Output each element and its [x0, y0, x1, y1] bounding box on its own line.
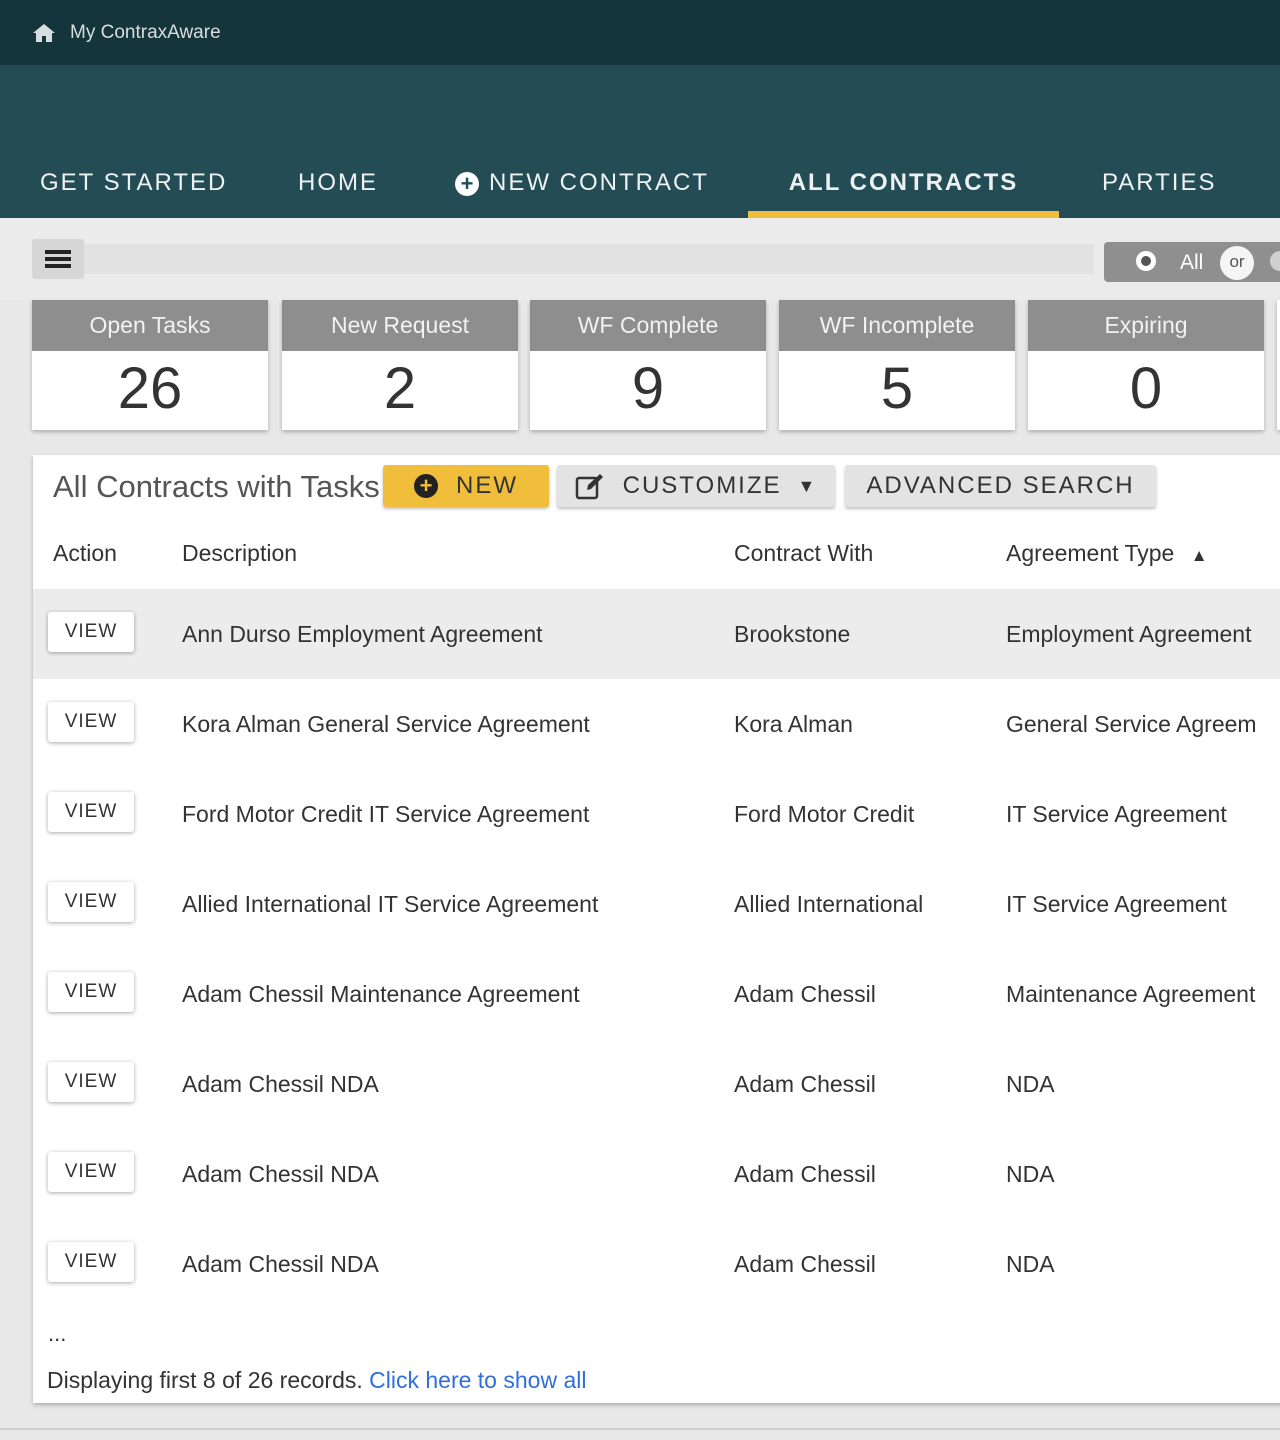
table-row[interactable]: VIEW Ford Motor Credit IT Service Agreem…: [33, 769, 1280, 859]
contract-with-cell: Adam Chessil: [734, 1071, 876, 1097]
stat-value: 2: [383, 356, 417, 421]
bottom-divider: [0, 1428, 1280, 1430]
nav-get-started[interactable]: GET STARTED: [40, 148, 227, 218]
contract-with-cell: Adam Chessil: [734, 981, 876, 1007]
records-footer: Displaying first 8 of 26 records. Click …: [47, 1367, 586, 1394]
contracts-table: VIEW Ann Durso Employment Agreement Broo…: [33, 589, 1280, 1309]
home-icon[interactable]: [32, 23, 56, 43]
toolbar: All or: [0, 218, 1280, 300]
nav-all-contracts[interactable]: ALL CONTRACTS: [748, 148, 1059, 218]
nav-home[interactable]: HOME: [298, 148, 378, 218]
agreement-type-cell: IT Service Agreement: [1006, 891, 1227, 917]
contract-with-cell: Adam Chessil: [734, 1251, 876, 1277]
column-header-action[interactable]: Action: [53, 540, 117, 567]
stat-expiring[interactable]: Expiring 0: [1028, 300, 1264, 430]
more-ellipsis: ...: [48, 1321, 67, 1346]
contract-with-cell: Ford Motor Credit: [734, 801, 915, 827]
nav-new-contract-label: NEW CONTRACT: [489, 169, 709, 196]
stat-label: New Request: [282, 300, 518, 351]
agreement-type-cell: IT Service Agreement: [1006, 801, 1227, 827]
stat-wf-incomplete[interactable]: WF Incomplete 5: [779, 300, 1015, 430]
nav-band: GET STARTED HOME + NEW CONTRACT ALL CONTR…: [0, 65, 1280, 218]
advanced-search-button[interactable]: ADVANCED SEARCH: [845, 465, 1156, 507]
view-button[interactable]: VIEW: [48, 702, 134, 742]
stat-wf-complete[interactable]: WF Complete 9: [530, 300, 766, 430]
all-radio-label: All: [1180, 251, 1204, 274]
description-cell: Adam Chessil NDA: [182, 1251, 379, 1277]
table-row[interactable]: VIEW Ann Durso Employment Agreement Broo…: [33, 589, 1280, 679]
view-button[interactable]: VIEW: [48, 612, 134, 652]
table-row[interactable]: VIEW Allied International IT Service Agr…: [33, 859, 1280, 949]
second-radio[interactable]: [1270, 251, 1280, 271]
contract-with-cell: Brookstone: [734, 621, 851, 647]
main-nav: GET STARTED HOME + NEW CONTRACT ALL CONTR…: [0, 148, 1280, 218]
view-button[interactable]: VIEW: [48, 792, 134, 832]
toolbar-strip: [84, 244, 1094, 274]
table-row[interactable]: VIEW Adam Chessil NDA Adam Chessil NDA: [33, 1039, 1280, 1129]
stat-open-tasks[interactable]: Open Tasks 26: [32, 300, 268, 430]
view-button[interactable]: VIEW: [48, 1152, 134, 1192]
stat-label: Expiring: [1028, 300, 1264, 351]
contract-with-cell: Allied International: [734, 891, 924, 917]
agreement-type-cell: NDA: [1006, 1161, 1055, 1187]
new-button-label: NEW: [456, 472, 518, 499]
view-button[interactable]: VIEW: [48, 1242, 134, 1282]
contract-with-cell: Adam Chessil: [734, 1161, 876, 1187]
or-badge: or: [1220, 246, 1254, 280]
nav-new-contract[interactable]: + NEW CONTRACT: [455, 148, 709, 218]
plus-circle-icon: +: [414, 474, 438, 498]
agreement-type-cell: NDA: [1006, 1071, 1055, 1097]
all-radio[interactable]: [1136, 251, 1156, 271]
table-row[interactable]: VIEW Kora Alman General Service Agreemen…: [33, 679, 1280, 769]
agreement-type-cell: NDA: [1006, 1251, 1055, 1277]
column-header-agreement-type[interactable]: Agreement Type ▲: [1006, 540, 1208, 567]
table-row[interactable]: VIEW Adam Chessil Maintenance Agreement …: [33, 949, 1280, 1039]
table-row[interactable]: VIEW Adam Chessil NDA Adam Chessil NDA: [33, 1219, 1280, 1309]
stat-value: 0: [1129, 356, 1163, 421]
stat-new-request[interactable]: New Request 2: [282, 300, 518, 430]
description-cell: Ford Motor Credit IT Service Agreement: [182, 801, 590, 827]
plus-circle-icon: +: [455, 172, 479, 196]
stat-value: 5: [880, 356, 914, 421]
stat-value: 9: [631, 356, 665, 421]
column-header-agreement-type-label: Agreement Type: [1006, 540, 1175, 566]
column-header-description[interactable]: Description: [182, 540, 297, 567]
sort-asc-icon: ▲: [1190, 546, 1208, 565]
contract-with-cell: Kora Alman: [734, 711, 853, 737]
description-cell: Adam Chessil NDA: [182, 1161, 379, 1187]
description-cell: Adam Chessil Maintenance Agreement: [182, 981, 580, 1007]
column-header-contract-with[interactable]: Contract With: [734, 540, 873, 567]
stat-label: WF Incomplete: [779, 300, 1015, 351]
stat-label: Open Tasks: [32, 300, 268, 351]
contracts-panel: All Contracts with Tasks + NEW CUSTOMIZE…: [33, 455, 1280, 1403]
brand-link[interactable]: My ContraxAware: [70, 22, 221, 44]
stat-cards: Open Tasks 26 New Request 2 WF Complete …: [0, 300, 1280, 440]
menu-button[interactable]: [32, 239, 84, 279]
hamburger-icon: [45, 250, 71, 268]
agreement-type-cell: Employment Agreement: [1006, 621, 1252, 647]
agreement-type-cell: General Service Agreem: [1006, 711, 1257, 737]
view-button[interactable]: VIEW: [48, 1062, 134, 1102]
description-cell: Allied International IT Service Agreemen…: [182, 891, 599, 917]
view-button[interactable]: VIEW: [48, 972, 134, 1012]
new-button[interactable]: + NEW: [383, 465, 549, 507]
all-or-filter-toggle: All or: [1104, 242, 1280, 282]
show-all-link[interactable]: Click here to show all: [369, 1367, 586, 1393]
panel-title: All Contracts with Tasks: [53, 469, 380, 504]
stat-value: 26: [117, 356, 183, 421]
agreement-type-cell: Maintenance Agreement: [1006, 981, 1256, 1007]
customize-button[interactable]: CUSTOMIZE ▼: [557, 465, 835, 507]
caret-down-icon: ▼: [797, 475, 818, 496]
description-cell: Kora Alman General Service Agreement: [182, 711, 590, 737]
edit-icon: [575, 474, 603, 500]
records-count-text: Displaying first 8 of 26 records.: [47, 1367, 363, 1393]
view-button[interactable]: VIEW: [48, 882, 134, 922]
top-bar: My ContraxAware: [0, 0, 1280, 65]
stat-label: WF Complete: [530, 300, 766, 351]
customize-button-label: CUSTOMIZE: [622, 472, 782, 499]
table-row[interactable]: VIEW Adam Chessil NDA Adam Chessil NDA: [33, 1129, 1280, 1219]
description-cell: Adam Chessil NDA: [182, 1071, 379, 1097]
description-cell: Ann Durso Employment Agreement: [182, 621, 543, 647]
nav-parties[interactable]: PARTIES: [1102, 148, 1216, 218]
